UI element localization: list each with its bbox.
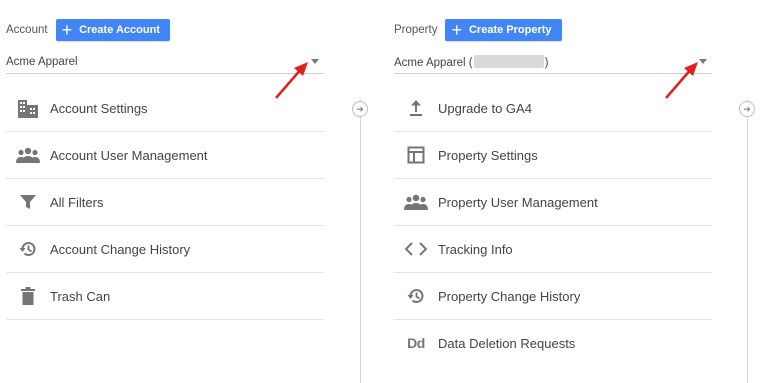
create-property-label: Create Property	[468, 24, 552, 36]
create-property-button[interactable]: + Create Property	[445, 19, 562, 41]
account-change-history-item[interactable]: Account Change History	[6, 226, 324, 273]
account-header: Account + Create Account	[6, 19, 170, 41]
redacted-property-id	[473, 54, 544, 68]
history-icon	[14, 238, 42, 260]
column-divider	[360, 100, 361, 383]
upgrade-to-ga4-item[interactable]: Upgrade to GA4	[394, 85, 712, 132]
all-filters-item[interactable]: All Filters	[6, 179, 324, 226]
account-settings-label: Account Settings	[50, 100, 148, 116]
account-user-management-item[interactable]: Account User Management	[6, 132, 324, 179]
code-icon	[402, 238, 430, 260]
data-deletion-icon: Dd	[402, 332, 430, 354]
arrow-right-icon[interactable]: ➜	[352, 101, 368, 117]
data-deletion-requests-label: Data Deletion Requests	[438, 335, 576, 351]
all-filters-label: All Filters	[50, 194, 104, 210]
data-deletion-requests-item[interactable]: Dd Data Deletion Requests	[394, 320, 712, 366]
create-account-label: Create Account	[79, 24, 160, 36]
filter-icon	[14, 191, 42, 213]
property-settings-item[interactable]: Property Settings	[394, 132, 712, 179]
upgrade-to-ga4-label: Upgrade to GA4	[438, 100, 532, 116]
property-selector-value: Acme Apparel ()	[394, 54, 549, 69]
plus-icon: +	[61, 20, 73, 40]
trash-icon	[14, 285, 42, 307]
account-user-management-label: Account User Management	[50, 147, 208, 163]
arrow-right-icon[interactable]: ➜	[739, 101, 755, 117]
property-header: Property + Create Property	[394, 19, 562, 41]
people-icon	[14, 144, 42, 166]
account-menu: Account Settings Account User Management…	[6, 85, 324, 320]
data-deletion-icon-text: Dd	[407, 335, 425, 351]
property-change-history-item[interactable]: Property Change History	[394, 273, 712, 320]
trash-can-item[interactable]: Trash Can	[6, 273, 324, 320]
trash-can-label: Trash Can	[50, 288, 111, 304]
column-divider	[747, 100, 748, 383]
caret-down-icon[interactable]	[311, 59, 319, 64]
property-label: Property	[394, 24, 438, 36]
layout-icon	[402, 144, 430, 166]
account-selector-value: Acme Apparel	[6, 55, 78, 68]
property-user-management-item[interactable]: Property User Management	[394, 179, 712, 226]
people-icon	[402, 191, 430, 213]
property-selector-suffix: )	[544, 56, 549, 69]
upload-icon	[402, 97, 430, 119]
property-selector-prefix: Acme Apparel (	[394, 56, 473, 69]
property-change-history-label: Property Change History	[438, 288, 581, 304]
property-menu: Upgrade to GA4 Property Settings Propert…	[394, 85, 712, 366]
building-icon	[14, 97, 42, 119]
create-account-button[interactable]: + Create Account	[55, 19, 170, 41]
account-label: Account	[6, 24, 48, 36]
account-settings-item[interactable]: Account Settings	[6, 85, 324, 132]
tracking-info-item[interactable]: Tracking Info	[394, 226, 712, 273]
tracking-info-label: Tracking Info	[438, 241, 513, 257]
property-settings-label: Property Settings	[438, 147, 538, 163]
property-user-management-label: Property User Management	[438, 194, 598, 210]
plus-icon: +	[451, 20, 462, 40]
account-change-history-label: Account Change History	[50, 241, 191, 257]
history-icon	[402, 285, 430, 307]
